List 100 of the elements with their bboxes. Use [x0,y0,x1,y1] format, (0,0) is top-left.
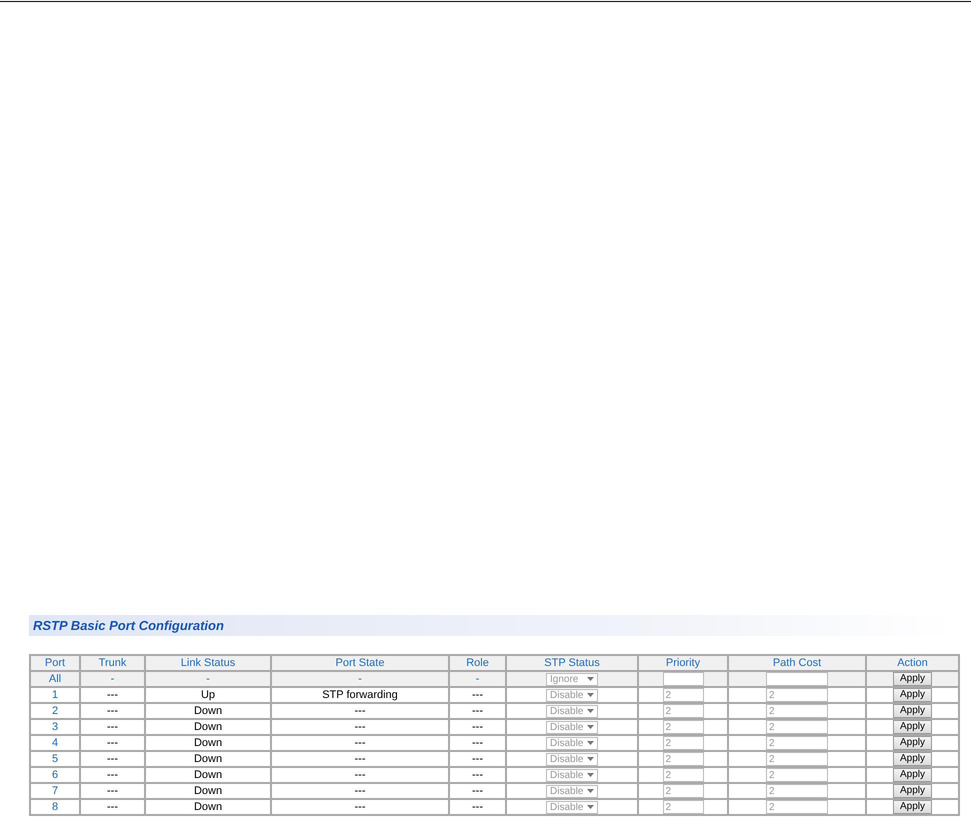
stp-status-dropdown[interactable]: Ignore [546,672,598,686]
table-cell: --- [449,767,506,783]
column-header: Port [30,655,80,671]
stp-status-dropdown[interactable]: Disable [546,736,598,750]
table-cell: Down [145,767,271,783]
path-cost-field[interactable]: 2 [766,720,828,734]
table-cell: 4 [30,735,80,751]
apply-button[interactable]: Apply [893,752,932,766]
priority-field[interactable]: 2 [662,768,704,782]
table-cell: --- [449,703,506,719]
column-header: Trunk [80,655,145,671]
apply-button[interactable]: Apply [893,704,932,718]
table-cell: --- [80,687,145,703]
table-cell: All [30,671,80,687]
column-header: Port State [271,655,449,671]
table-cell: Down [145,783,271,799]
priority-field[interactable]: 2 [662,688,704,702]
table-cell: STP forwarding [271,687,449,703]
path-cost-field[interactable]: 2 [766,784,828,798]
table-cell: --- [449,783,506,799]
caret-icon [587,773,594,777]
caret-icon [587,693,594,697]
path-cost-field[interactable]: 2 [766,752,828,766]
table-cell: --- [271,703,449,719]
stp-status-dropdown[interactable]: Disable [546,688,598,702]
table-cell: Down [145,719,271,735]
table-cell: Down [145,735,271,751]
table-cell: --- [449,751,506,767]
table-cell: --- [271,719,449,735]
stp-status-dropdown[interactable]: Disable [546,720,598,734]
apply-button[interactable]: Apply [893,768,932,782]
column-header: Role [449,655,506,671]
priority-field[interactable]: 2 [662,736,704,750]
table-cell: --- [80,783,145,799]
section-title: RSTP Basic Port Configuration [33,618,224,633]
caret-icon [587,725,594,729]
table-cell: --- [449,719,506,735]
caret-icon [587,789,594,793]
stp-status-dropdown[interactable]: Disable [546,752,598,766]
path-cost-field[interactable]: 2 [766,688,828,702]
column-header: Path Cost [728,655,866,671]
table-cell: --- [271,799,449,815]
table-cell: Down [145,751,271,767]
column-header: Priority [638,655,728,671]
table-cell: --- [80,767,145,783]
column-header: Link Status [145,655,271,671]
stp-status-dropdown[interactable]: Disable [546,784,598,798]
apply-button[interactable]: Apply [893,720,932,734]
priority-field[interactable]: 2 [662,784,704,798]
table-cell: Down [145,799,271,815]
caret-icon [587,805,594,809]
table-cell: 6 [30,767,80,783]
apply-button[interactable]: Apply [893,736,932,750]
stp-status-dropdown[interactable]: Disable [546,704,598,718]
stp-status-dropdown[interactable]: Disable [546,768,598,782]
priority-field[interactable]: 2 [662,720,704,734]
table-cell: - [271,671,449,687]
caret-icon [587,757,594,761]
caret-icon [587,741,594,745]
table-cell: - [145,671,271,687]
priority-field[interactable]: 2 [662,704,704,718]
column-header: Action [866,655,959,671]
table-cell: Up [145,687,271,703]
path-cost-field[interactable]: 2 [766,800,828,814]
table-cell: --- [80,703,145,719]
table-cell: 8 [30,799,80,815]
table-cell: --- [80,735,145,751]
table-cell: --- [449,687,506,703]
apply-button[interactable]: Apply [893,688,932,702]
table-cell: --- [449,735,506,751]
caret-icon [587,709,594,713]
table-cell: --- [80,751,145,767]
column-header: STP Status [506,655,638,671]
apply-button[interactable]: Apply [893,800,932,814]
table-cell: 3 [30,719,80,735]
table-cell: --- [271,767,449,783]
table-cell: --- [271,735,449,751]
path-cost-field[interactable]: 2 [766,768,828,782]
table-cell: --- [449,799,506,815]
table-cell: 5 [30,751,80,767]
apply-button[interactable]: Apply [893,784,932,798]
path-cost-field[interactable] [766,672,828,686]
table-cell: 7 [30,783,80,799]
table-cell: - [449,671,506,687]
path-cost-field[interactable]: 2 [766,704,828,718]
table-cell: --- [80,799,145,815]
table-cell: - [80,671,145,687]
table-cell: --- [271,783,449,799]
stp-status-dropdown[interactable]: Disable [546,800,598,814]
table-cell: --- [271,751,449,767]
table-cell: --- [80,719,145,735]
priority-field[interactable]: 2 [662,800,704,814]
priority-field[interactable]: 2 [662,752,704,766]
table-cell: 1 [30,687,80,703]
table-cell: 2 [30,703,80,719]
table-cell: Down [145,703,271,719]
apply-button[interactable]: Apply [893,672,932,686]
priority-field[interactable] [662,672,704,686]
caret-icon [587,677,594,681]
path-cost-field[interactable]: 2 [766,736,828,750]
